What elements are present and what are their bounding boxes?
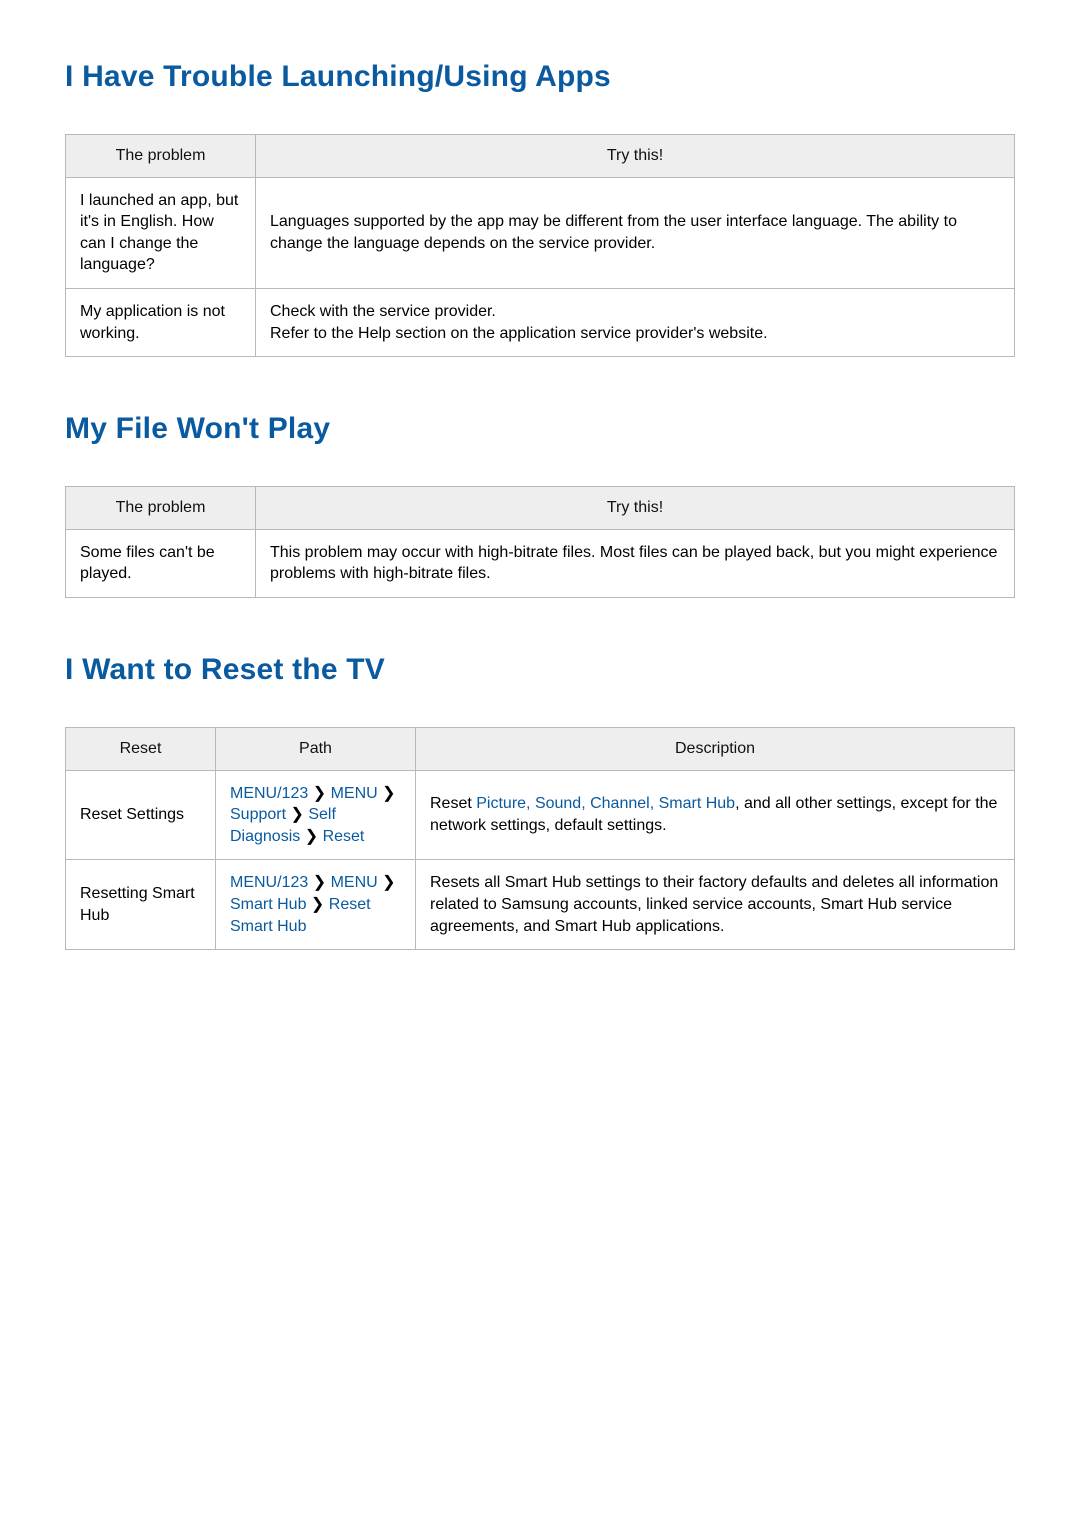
desc-highlight: Picture, Sound, Channel, Smart Hub <box>476 795 735 812</box>
table-row: Resetting Smart Hub MENU/123 ❯ MENU ❯ Sm… <box>66 860 1015 950</box>
chevron-right-icon: ❯ <box>291 806 304 823</box>
cell-try: Check with the service provider. Refer t… <box>256 288 1015 356</box>
cell-problem: My application is not working. <box>66 288 256 356</box>
table-header-row: Reset Path Description <box>66 727 1015 770</box>
cell-path: MENU/123 ❯ MENU ❯ Support ❯ Self Diagnos… <box>216 770 416 860</box>
cell-reset: Reset Settings <box>66 770 216 860</box>
table-row: Some files can't be played. This problem… <box>66 529 1015 597</box>
table-row: My application is not working. Check wit… <box>66 288 1015 356</box>
table-apps: The problem Try this! I launched an app,… <box>65 134 1015 357</box>
section-reset: I Want to Reset the TV Reset Path Descri… <box>65 653 1015 950</box>
section-title-file: My File Won't Play <box>65 412 1015 446</box>
cell-problem: Some files can't be played. <box>66 529 256 597</box>
cell-desc: Resets all Smart Hub settings to their f… <box>416 860 1015 950</box>
cell-try: This problem may occur with high-bitrate… <box>256 529 1015 597</box>
chevron-right-icon: ❯ <box>311 896 324 913</box>
chevron-right-icon: ❯ <box>305 828 318 845</box>
cell-try: Languages supported by the app may be di… <box>256 177 1015 288</box>
path-segment: Reset <box>323 828 365 845</box>
table-reset: Reset Path Description Reset Settings ME… <box>65 727 1015 950</box>
chevron-right-icon: ❯ <box>382 874 395 891</box>
cell-reset: Resetting Smart Hub <box>66 860 216 950</box>
col-header-path: Path <box>216 727 416 770</box>
cell-desc: Reset Picture, Sound, Channel, Smart Hub… <box>416 770 1015 860</box>
col-header-problem: The problem <box>66 135 256 178</box>
path-segment: MENU <box>331 874 378 891</box>
section-file: My File Won't Play The problem Try this!… <box>65 412 1015 598</box>
section-title-apps: I Have Trouble Launching/Using Apps <box>65 60 1015 94</box>
table-file: The problem Try this! Some files can't b… <box>65 486 1015 598</box>
chevron-right-icon: ❯ <box>382 785 395 802</box>
section-title-reset: I Want to Reset the TV <box>65 653 1015 687</box>
table-row: Reset Settings MENU/123 ❯ MENU ❯ Support… <box>66 770 1015 860</box>
table-row: I launched an app, but it's in English. … <box>66 177 1015 288</box>
path-segment: MENU/123 <box>230 874 308 891</box>
chevron-right-icon: ❯ <box>313 874 326 891</box>
col-header-try: Try this! <box>256 135 1015 178</box>
section-apps: I Have Trouble Launching/Using Apps The … <box>65 60 1015 357</box>
path-segment: MENU/123 <box>230 785 308 802</box>
path-segment: Smart Hub <box>230 896 306 913</box>
col-header-reset: Reset <box>66 727 216 770</box>
table-header-row: The problem Try this! <box>66 135 1015 178</box>
chevron-right-icon: ❯ <box>313 785 326 802</box>
desc-text: Reset <box>430 795 476 812</box>
col-header-desc: Description <box>416 727 1015 770</box>
path-segment: MENU <box>331 785 378 802</box>
table-header-row: The problem Try this! <box>66 487 1015 530</box>
path-segment: Support <box>230 806 286 823</box>
col-header-problem: The problem <box>66 487 256 530</box>
col-header-try: Try this! <box>256 487 1015 530</box>
cell-path: MENU/123 ❯ MENU ❯ Smart Hub ❯ Reset Smar… <box>216 860 416 950</box>
cell-problem: I launched an app, but it's in English. … <box>66 177 256 288</box>
